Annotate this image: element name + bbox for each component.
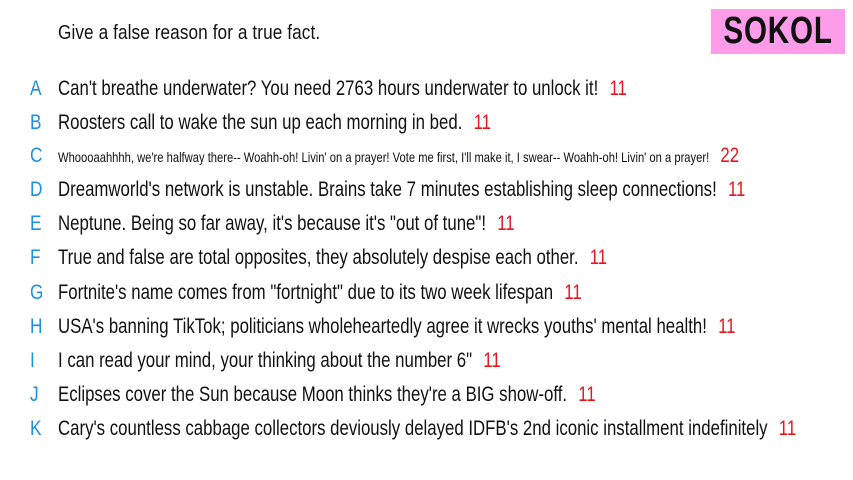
answer-line: Whoooaahhhh, we're halfway there-- Woahh… [58, 141, 739, 171]
answer-text: USA's banning TikTok; politicians wholeh… [58, 315, 707, 338]
answer-score: 22 [720, 144, 740, 167]
answer-text: Roosters call to wake the sun up each mo… [58, 111, 463, 134]
answer-text: Can't breathe underwater? You need 2763 … [58, 77, 599, 100]
answer-list: A Can't breathe underwater? You need 276… [0, 0, 853, 480]
answer-score: 11 [718, 315, 736, 338]
answer-score: 11 [778, 417, 797, 440]
answer-line: Fortnite's name comes from "fortnight" d… [58, 278, 582, 308]
answer-line: Neptune. Being so far away, it's because… [58, 209, 515, 239]
answer-line: I can read your mind, your thinking abou… [58, 346, 501, 376]
answer-row-c[interactable]: C Whoooaahhhh, we're halfway there-- Woa… [0, 141, 853, 171]
answer-row-d[interactable]: D Dreamworld's network is unstable. Brai… [0, 175, 853, 205]
answer-line: USA's banning TikTok; politicians wholeh… [58, 312, 736, 342]
answer-row-a[interactable]: A Can't breathe underwater? You need 276… [0, 74, 853, 104]
answer-score: 11 [589, 246, 608, 269]
answer-line: True and false are total opposites, they… [58, 243, 607, 273]
answer-letter: C [30, 144, 43, 167]
answer-score: 11 [727, 178, 746, 201]
answer-row-h[interactable]: H USA's banning TikTok; politicians whol… [0, 312, 853, 342]
answer-line: Eclipses cover the Sun because Moon thin… [58, 380, 596, 410]
answer-line: Roosters call to wake the sun up each mo… [58, 108, 491, 138]
answer-row-f[interactable]: F True and false are total opposites, th… [0, 243, 853, 273]
answer-score: 11 [473, 111, 492, 134]
answer-row-j[interactable]: J Eclipses cover the Sun because Moon th… [0, 380, 853, 410]
answer-text: Cary's countless cabbage collectors devi… [58, 417, 768, 440]
answer-letter: F [30, 246, 41, 269]
answer-line: Can't breathe underwater? You need 2763 … [58, 74, 627, 104]
answer-letter: E [30, 212, 42, 235]
answer-letter: G [30, 281, 44, 304]
answer-score: 11 [578, 383, 596, 406]
answer-score: 11 [497, 212, 515, 235]
answer-row-g[interactable]: G Fortnite's name comes from "fortnight"… [0, 278, 853, 308]
answer-row-e[interactable]: E Neptune. Being so far away, it's becau… [0, 209, 853, 239]
answer-letter: A [30, 77, 42, 100]
answer-text: Neptune. Being so far away, it's because… [58, 212, 487, 235]
answer-letter: H [30, 315, 43, 338]
answer-score: 11 [609, 77, 627, 100]
answer-text: I can read your mind, your thinking abou… [58, 349, 473, 372]
answer-line: Dreamworld's network is unstable. Brains… [58, 175, 745, 205]
answer-line: Cary's countless cabbage collectors devi… [58, 414, 796, 444]
answer-score: 11 [564, 281, 582, 304]
answer-letter: K [30, 417, 42, 440]
answer-letter: J [30, 383, 39, 406]
answer-row-k[interactable]: K Cary's countless cabbage collectors de… [0, 414, 853, 444]
answer-score: 11 [483, 349, 501, 372]
answer-text: Whoooaahhhh, we're halfway there-- Woahh… [58, 149, 710, 165]
answer-letter: I [30, 349, 35, 372]
answer-text: Fortnite's name comes from "fortnight" d… [58, 281, 554, 304]
answer-letter: B [30, 111, 42, 134]
answer-text: Dreamworld's network is unstable. Brains… [58, 178, 717, 201]
answer-row-b[interactable]: B Roosters call to wake the sun up each … [0, 108, 853, 138]
answer-text: Eclipses cover the Sun because Moon thin… [58, 383, 568, 406]
answer-letter: D [30, 178, 43, 201]
answer-text: True and false are total opposites, they… [58, 246, 579, 269]
answer-row-i[interactable]: I I can read your mind, your thinking ab… [0, 346, 853, 376]
